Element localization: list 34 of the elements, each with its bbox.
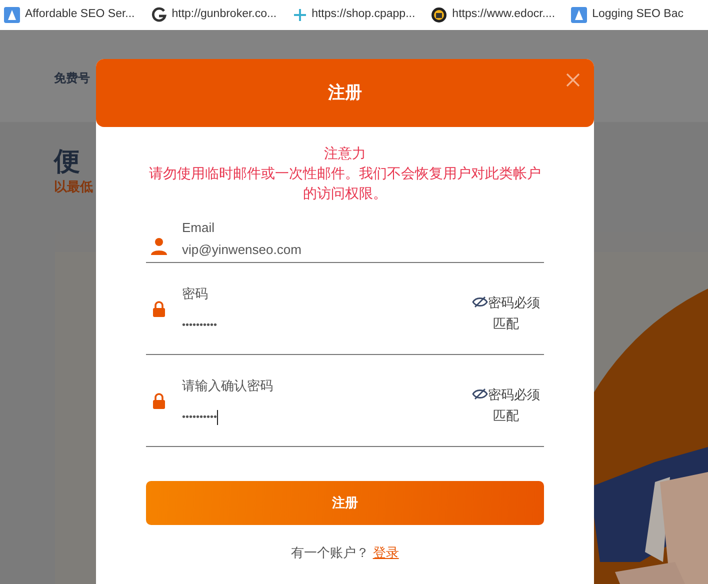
- input-field[interactable]: 请输入确认密码 •••••••••• 密码必须匹配: [146, 355, 544, 447]
- bookmark-icon: [4, 7, 20, 23]
- bookmark-icon: [150, 7, 167, 23]
- field-label: 请输入确认密码: [182, 377, 274, 396]
- page-heading: 便: [54, 146, 80, 178]
- notice-title: 注意力: [323, 144, 367, 163]
- field-value: ••••••••••: [182, 410, 218, 425]
- footer-text: 有一个账户？: [291, 545, 370, 560]
- user-icon: [150, 236, 168, 254]
- field-label: 密码: [182, 285, 209, 304]
- field-value: vip@yinwenseo.com: [182, 240, 302, 259]
- bookmark[interactable]: Affordable SEO Ser...: [0, 6, 139, 24]
- bookmark[interactable]: https://www.edocr....: [427, 6, 560, 24]
- bookmark-icon: [431, 7, 448, 23]
- eye-slash-icon[interactable]: [472, 388, 488, 400]
- plus-icon: [292, 8, 307, 22]
- notice-text: 请勿使用临时邮件或一次性邮件。我们不会恢复用户对此类帐户的访问权限。: [148, 164, 542, 203]
- lock-icon: [152, 392, 166, 408]
- nav-link[interactable]: 免费号: [54, 71, 90, 85]
- login-link[interactable]: 登录: [372, 545, 399, 560]
- lock-icon: [152, 300, 166, 316]
- dialog-title: 注册: [328, 82, 362, 104]
- field-label: Email: [182, 219, 216, 237]
- eye-slash-icon[interactable]: [472, 296, 488, 308]
- bookmark-icon: [571, 7, 588, 23]
- field-value: ••••••••••: [182, 318, 218, 333]
- bookmark[interactable]: Logging SEO Bac: [567, 6, 688, 24]
- bookmark[interactable]: http://gunbroker.co...: [146, 6, 281, 24]
- password-hint: 密码必须匹配: [488, 386, 540, 422]
- bookmark[interactable]: https://shop.cpapp...: [288, 6, 420, 24]
- input-field[interactable]: 密码 •••••••••• 密码必须匹配: [146, 263, 544, 355]
- password-hint: 密码必须匹配: [488, 294, 540, 330]
- input-field[interactable]: Email vip@yinwenseo.com: [146, 215, 544, 263]
- page-subheading: 以最低: [54, 179, 93, 194]
